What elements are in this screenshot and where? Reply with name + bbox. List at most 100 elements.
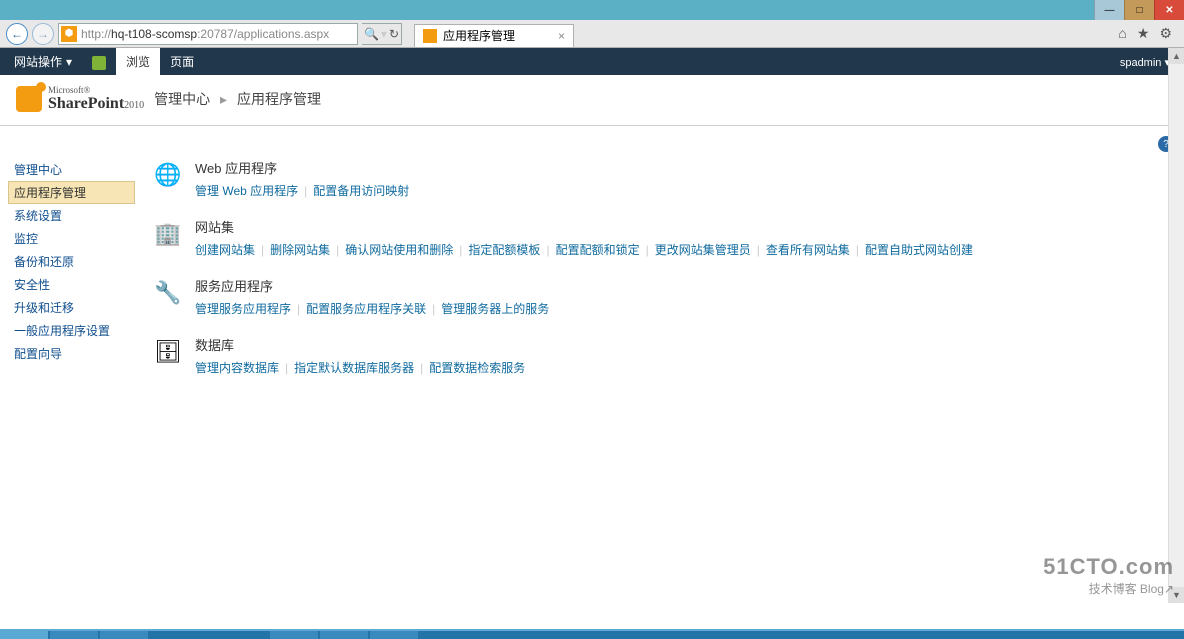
sidebar-item-1[interactable]: 应用程序管理: [8, 181, 135, 204]
scroll-up-icon[interactable]: ▲: [1169, 48, 1184, 64]
navigate-up-icon[interactable]: [82, 51, 116, 75]
page-header: Microsoft® SharePoint2010 管理中心 ▸ 应用程序管理: [0, 75, 1184, 125]
link-separator: |: [856, 243, 859, 257]
sidebar-item-7[interactable]: 一般应用程序设置: [8, 319, 135, 342]
link-separator: |: [336, 243, 339, 257]
window-minimize-button[interactable]: —: [1094, 0, 1124, 20]
ribbon-bar: 网站操作▾ 浏览 页面 spadmin ▾: [0, 48, 1184, 75]
section-link[interactable]: 查看所有网站集: [766, 243, 850, 257]
breadcrumb: 管理中心 ▸ 应用程序管理: [154, 89, 321, 109]
section-link[interactable]: 配置数据检索服务: [429, 361, 525, 375]
taskbar[interactable]: [0, 629, 1184, 639]
favorites-icon[interactable]: ★: [1137, 25, 1150, 42]
section-icon: 🗄: [151, 335, 185, 369]
search-icon: 🔍: [364, 27, 379, 41]
taskbar-item[interactable]: [100, 631, 148, 639]
section-2: 🔧 服务应用程序管理服务应用程序 | 配置服务应用程序关联 | 管理服务器上的服务: [151, 276, 1168, 319]
favicon-icon: ⬢: [61, 26, 77, 42]
ie-toolbar: ← → ⬢ http://hq-t108-scomsp:20787/applic…: [0, 20, 1184, 48]
vertical-scrollbar[interactable]: ▲ ▼: [1168, 48, 1184, 603]
tab-favicon-icon: [423, 29, 437, 43]
taskbar-item[interactable]: [370, 631, 418, 639]
watermark: 51CTO.com 技术博客 Blog↗: [1043, 554, 1174, 597]
link-separator: |: [261, 243, 264, 257]
window-maximize-button[interactable]: □: [1124, 0, 1154, 20]
link-separator: |: [546, 243, 549, 257]
link-separator: |: [432, 302, 435, 316]
section-link[interactable]: 配置自助式网站创建: [865, 243, 973, 257]
sidebar: 管理中心应用程序管理系统设置监控备份和还原安全性升级和迁移一般应用程序设置配置向…: [0, 158, 135, 410]
breadcrumb-home[interactable]: 管理中心: [154, 91, 210, 107]
page-body: 管理中心应用程序管理系统设置监控备份和还原安全性升级和迁移一般应用程序设置配置向…: [0, 158, 1184, 410]
sidebar-item-3[interactable]: 监控: [8, 227, 135, 250]
url-text: http://hq-t108-scomsp:20787/applications…: [81, 27, 329, 41]
sidebar-item-4[interactable]: 备份和还原: [8, 250, 135, 273]
link-separator: |: [285, 361, 288, 375]
link-separator: |: [297, 302, 300, 316]
section-link[interactable]: 管理服务应用程序: [195, 302, 291, 316]
section-icon: 🌐: [151, 158, 185, 192]
window-titlebar: — □ ✕: [0, 0, 1184, 20]
section-icon: 🔧: [151, 276, 185, 310]
taskbar-start[interactable]: [0, 631, 48, 639]
section-title: 网站集: [195, 217, 973, 236]
address-bar[interactable]: ⬢ http://hq-t108-scomsp:20787/applicatio…: [58, 23, 358, 45]
sidebar-item-8[interactable]: 配置向导: [8, 342, 135, 365]
link-separator: |: [646, 243, 649, 257]
tab-title: 应用程序管理: [443, 27, 515, 44]
taskbar-item[interactable]: [50, 631, 98, 639]
section-link[interactable]: 指定配额模板: [468, 243, 540, 257]
sharepoint-glyph-icon: [16, 86, 42, 112]
link-separator: |: [757, 243, 760, 257]
sidebar-item-5[interactable]: 安全性: [8, 273, 135, 296]
chevron-right-icon: ▸: [220, 91, 227, 107]
logo-ms: Microsoft®: [48, 85, 144, 95]
sidebar-item-6[interactable]: 升级和迁移: [8, 296, 135, 319]
sidebar-item-2[interactable]: 系统设置: [8, 204, 135, 227]
section-link[interactable]: 配置备用访问映射: [313, 184, 409, 198]
breadcrumb-current: 应用程序管理: [237, 91, 321, 107]
section-title: 数据库: [195, 335, 525, 354]
section-3: 🗄 数据库管理内容数据库 | 指定默认数据库服务器 | 配置数据检索服务: [151, 335, 1168, 378]
titlebar-spacer: [0, 0, 1094, 20]
logo-year: 2010: [124, 100, 144, 111]
section-0: 🌐 Web 应用程序管理 Web 应用程序 | 配置备用访问映射: [151, 158, 1168, 201]
section-title: Web 应用程序: [195, 158, 409, 177]
browser-tab[interactable]: 应用程序管理 ×: [414, 24, 574, 48]
tab-browse[interactable]: 浏览: [116, 48, 160, 75]
tools-icon[interactable]: ⚙: [1159, 25, 1172, 42]
section-link[interactable]: 管理内容数据库: [195, 361, 279, 375]
section-link[interactable]: 管理 Web 应用程序: [195, 184, 298, 198]
back-button[interactable]: ←: [6, 23, 28, 45]
link-separator: |: [420, 361, 423, 375]
section-link[interactable]: 管理服务器上的服务: [441, 302, 549, 316]
tab-close-icon[interactable]: ×: [558, 29, 565, 43]
section-link[interactable]: 确认网站使用和删除: [345, 243, 453, 257]
site-actions-menu[interactable]: 网站操作▾: [4, 48, 82, 75]
window-close-button[interactable]: ✕: [1154, 0, 1184, 20]
taskbar-item[interactable]: [320, 631, 368, 639]
section-link[interactable]: 创建网站集: [195, 243, 255, 257]
logo-sharepoint: SharePoint: [48, 95, 124, 112]
sidebar-item-0[interactable]: 管理中心: [8, 158, 135, 181]
ie-right-icons: ⌂ ★ ⚙: [1118, 25, 1178, 42]
section-link[interactable]: 更改网站集管理员: [655, 243, 751, 257]
divider: [0, 125, 1184, 126]
taskbar-item[interactable]: [270, 631, 318, 639]
sharepoint-logo[interactable]: Microsoft® SharePoint2010: [16, 85, 144, 113]
link-separator: |: [304, 184, 307, 198]
section-link[interactable]: 配置服务应用程序关联: [306, 302, 426, 316]
forward-button[interactable]: →: [32, 23, 54, 45]
section-1: 🏢 网站集创建网站集 | 删除网站集 | 确认网站使用和删除 | 指定配额模板 | 配置配额和锁定…: [151, 217, 1168, 260]
section-link[interactable]: 指定默认数据库服务器: [294, 361, 414, 375]
tab-page[interactable]: 页面: [160, 48, 204, 75]
section-icon: 🏢: [151, 217, 185, 251]
section-link[interactable]: 配置配额和锁定: [556, 243, 640, 257]
section-title: 服务应用程序: [195, 276, 549, 295]
content: 🌐 Web 应用程序管理 Web 应用程序 | 配置备用访问映射 🏢 网站集创建网站集 | 删…: [135, 158, 1184, 410]
link-separator: |: [459, 243, 462, 257]
refresh-icon: ↻: [389, 27, 399, 41]
home-icon[interactable]: ⌂: [1118, 25, 1126, 42]
search-refresh[interactable]: 🔍 ▾ ↻: [362, 23, 402, 45]
section-link[interactable]: 删除网站集: [270, 243, 330, 257]
